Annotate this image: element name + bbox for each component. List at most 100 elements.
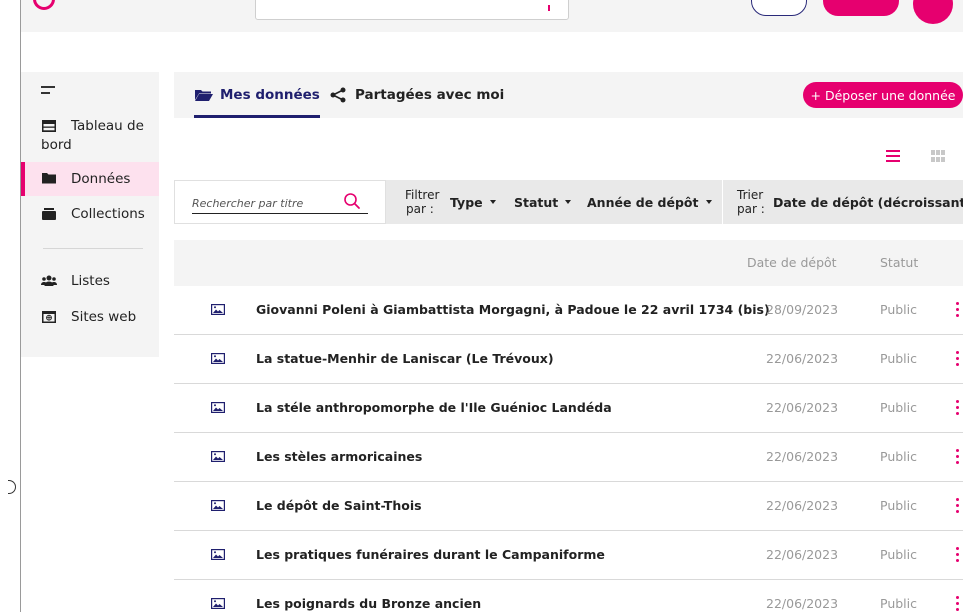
image-icon <box>211 353 225 364</box>
row-date: 22/06/2023 <box>766 400 839 415</box>
more-options-icon[interactable] <box>956 596 960 612</box>
row-date: 28/09/2023 <box>766 302 839 317</box>
sidebar-item-lists[interactable]: Listes <box>21 272 159 291</box>
more-options-icon[interactable] <box>956 547 960 563</box>
website-icon <box>42 311 56 323</box>
row-title[interactable]: Les stèles armoricaines <box>256 433 422 481</box>
row-date: 22/06/2023 <box>766 498 839 513</box>
sidebar-item-data[interactable]: Données <box>21 162 159 196</box>
caret-down-icon <box>565 200 572 204</box>
more-options-icon[interactable] <box>956 351 960 367</box>
row-date: 22/06/2023 <box>766 596 839 611</box>
row-status: Public <box>880 449 917 464</box>
row-date: 22/06/2023 <box>766 547 839 562</box>
tab-label: Mes données <box>220 87 320 103</box>
table-row[interactable]: Les pratiques funéraires durant le Campa… <box>174 531 963 580</box>
sidebar-divider <box>43 248 143 249</box>
row-status: Public <box>880 351 917 366</box>
header-outline-button[interactable] <box>751 0 807 16</box>
image-icon <box>211 304 225 315</box>
row-status: Public <box>880 498 917 513</box>
filter-label: Filtrer par : <box>405 188 439 216</box>
dropdown-label: Année de dépôt <box>587 194 699 210</box>
filter-status-dropdown[interactable]: Statut <box>514 180 572 224</box>
sidebar-item-websites[interactable]: Sites web <box>21 308 159 327</box>
tabs-bar: Mes données Partagées avec moi + Déposer… <box>174 72 963 118</box>
table-header: Date de dépôt Statut <box>174 240 963 286</box>
search-icon <box>548 5 550 11</box>
header-primary-button[interactable] <box>823 0 899 16</box>
row-date: 22/06/2023 <box>766 449 839 464</box>
sidebar-item-dashboard[interactable]: Tableau de bord <box>21 117 159 155</box>
column-header-date[interactable]: Date de dépôt <box>747 240 837 286</box>
dropdown-label: Statut <box>514 194 559 210</box>
logo-icon[interactable] <box>33 0 55 10</box>
row-title[interactable]: Giovanni Poleni à Giambattista Morgagni,… <box>256 286 770 334</box>
more-options-icon[interactable] <box>956 400 960 416</box>
caret-down-icon <box>489 200 496 204</box>
search-input[interactable] <box>192 193 342 213</box>
image-icon <box>211 549 225 560</box>
tab-partagees-avec-moi[interactable]: Partagées avec moi <box>329 72 504 118</box>
sort-dropdown[interactable]: Date de dépôt (décroissante) <box>773 180 963 224</box>
table-row[interactable]: Giovanni Poleni à Giambattista Morgagni,… <box>174 286 963 335</box>
dropdown-label: Date de dépôt (décroissante) <box>773 194 963 210</box>
filter-type-dropdown[interactable]: Type <box>450 180 496 224</box>
more-options-icon[interactable] <box>956 498 960 514</box>
more-options-icon[interactable] <box>956 449 960 465</box>
title-search <box>174 180 386 224</box>
filter-label-line: Filtrer <box>405 188 440 202</box>
image-icon <box>211 500 225 511</box>
dropdown-label: Type <box>450 194 483 210</box>
sort-label-line: Trier <box>737 188 764 202</box>
grid-view-icon[interactable] <box>931 150 945 162</box>
row-status: Public <box>880 596 917 611</box>
table-row[interactable]: Les poignards du Bronze ancien 22/06/2023… <box>174 580 963 612</box>
search-underline <box>192 213 368 214</box>
table-row[interactable]: Les stèles armoricaines 22/06/2023 Public <box>174 433 963 482</box>
table-icon <box>42 120 56 132</box>
tab-mes-donnees[interactable]: Mes données <box>194 72 320 118</box>
row-title[interactable]: Les pratiques funéraires durant le Campa… <box>256 531 605 579</box>
table-row[interactable]: La stéle anthropomorphe de l'Ile Guénioc… <box>174 384 963 433</box>
table-row[interactable]: Le dépôt de Saint-Thois 22/06/2023 Public <box>174 482 963 531</box>
global-search-input[interactable] <box>255 0 569 20</box>
row-date: 22/06/2023 <box>766 351 839 366</box>
table-row[interactable]: La statue-Menhir de Laniscar (Le Trévoux… <box>174 335 963 384</box>
sidebar-collapse-icon[interactable] <box>41 86 55 96</box>
search-icon[interactable] <box>343 192 361 210</box>
image-icon <box>211 402 225 413</box>
column-header-status[interactable]: Statut <box>880 240 918 286</box>
top-header <box>21 0 963 32</box>
sort-label: Trier par : <box>737 188 765 216</box>
image-icon <box>211 598 225 609</box>
caret-down-icon <box>705 200 712 204</box>
sidebar-item-collections[interactable]: Collections <box>21 205 159 224</box>
row-title[interactable]: La stéle anthropomorphe de l'Ile Guénioc… <box>256 384 612 432</box>
row-status: Public <box>880 400 917 415</box>
row-status: Public <box>880 547 917 562</box>
row-status: Public <box>880 302 917 317</box>
filter-label-line: par : <box>406 202 434 216</box>
row-title[interactable]: La statue-Menhir de Laniscar (Le Trévoux… <box>256 335 554 383</box>
tab-label: Partagées avec moi <box>355 87 505 103</box>
folder-icon <box>42 173 56 184</box>
row-title[interactable]: Les poignards du Bronze ancien <box>256 580 481 612</box>
app-window: Tableau de bord Données Collections List… <box>20 0 963 612</box>
filter-bar: Filtrer par : Type Statut Année de dépôt… <box>174 180 963 224</box>
folder-open-icon <box>195 90 213 101</box>
row-title[interactable]: Le dépôt de Saint-Thois <box>256 482 422 530</box>
outer-margin <box>0 0 20 612</box>
deposit-data-button[interactable]: + Déposer une donnée <box>803 82 963 108</box>
users-icon <box>41 275 57 286</box>
share-icon <box>330 87 346 103</box>
list-view-icon[interactable] <box>886 150 900 162</box>
more-options-icon[interactable] <box>956 302 960 318</box>
sort-label-line: par : <box>737 202 765 216</box>
partial-icon <box>8 480 16 494</box>
filter-year-dropdown[interactable]: Année de dépôt <box>587 180 712 224</box>
avatar[interactable] <box>913 0 953 24</box>
collections-icon <box>42 208 56 220</box>
divider <box>722 180 723 224</box>
image-icon <box>211 451 225 462</box>
